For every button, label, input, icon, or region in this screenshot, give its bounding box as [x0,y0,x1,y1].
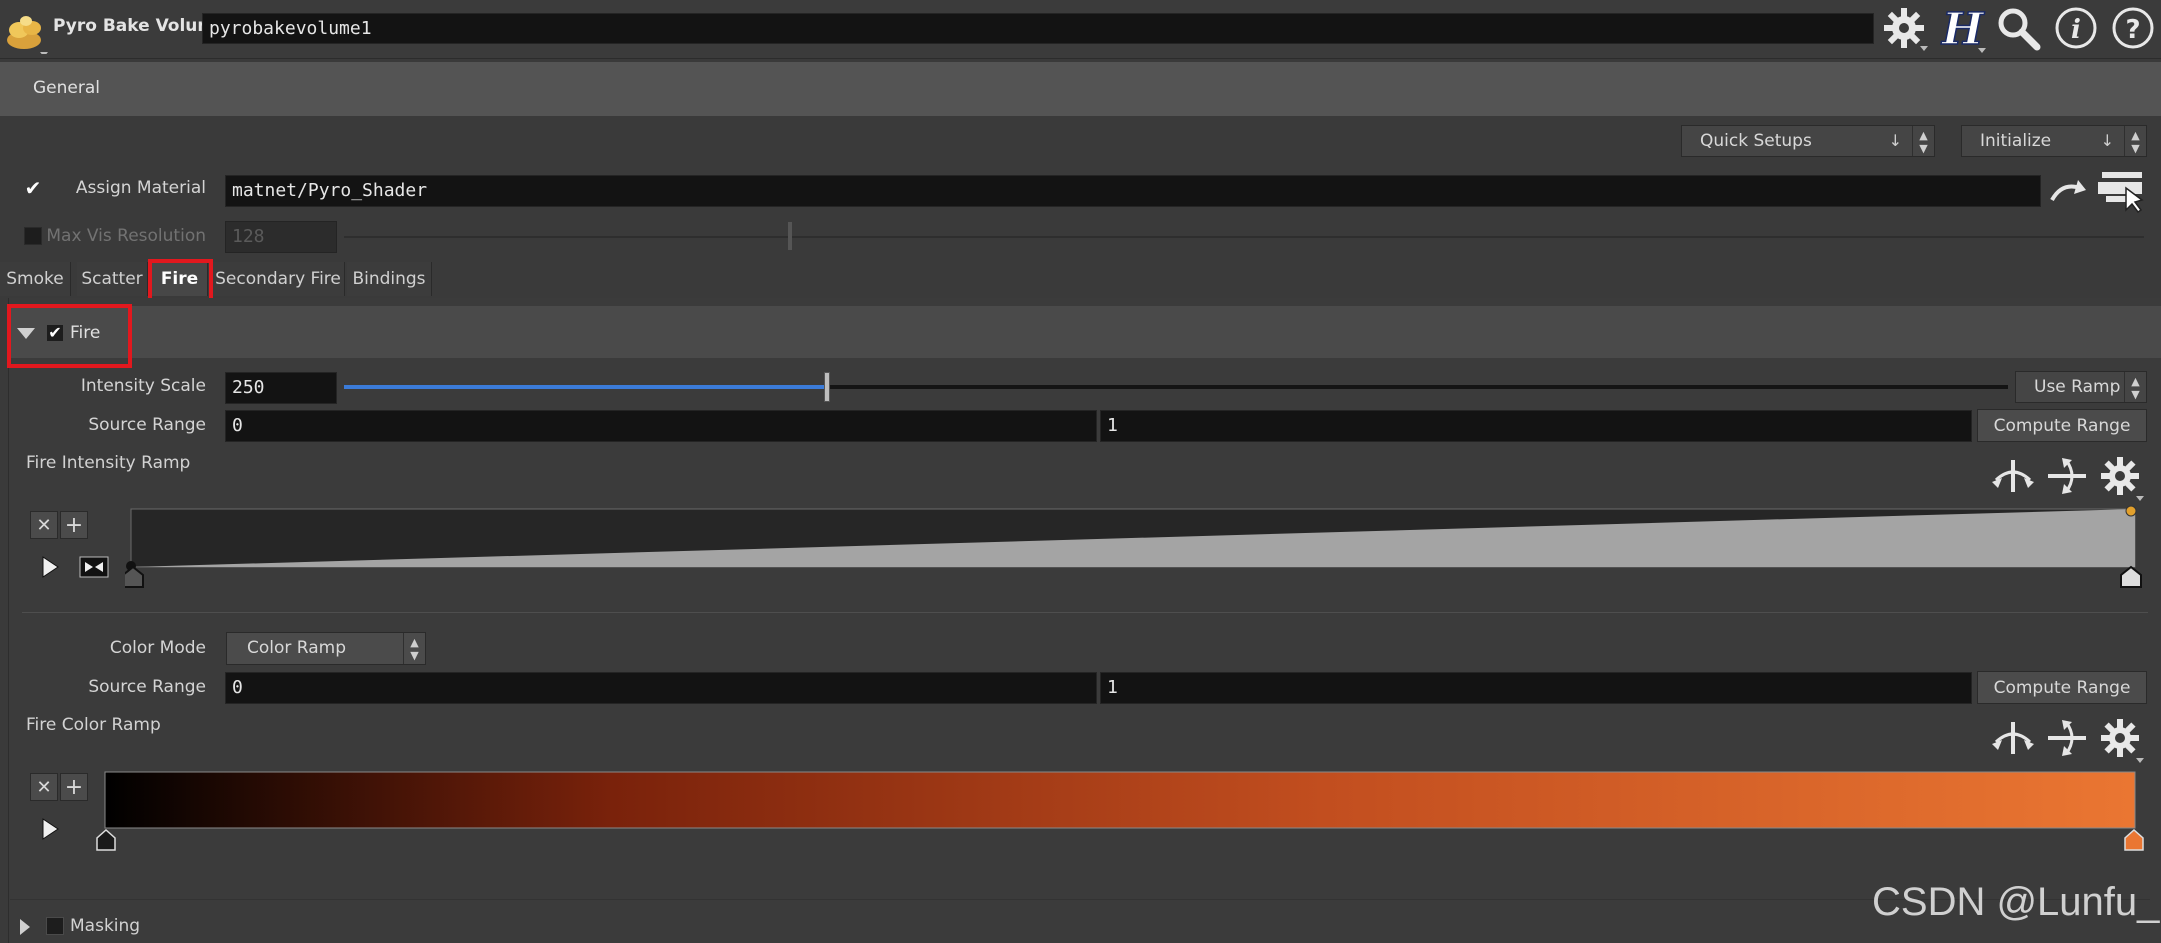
color-ramp-play-icon[interactable] [40,817,60,841]
node-type-label: Pyro Bake Volume [53,16,227,36]
color-ramp-add-key-button[interactable]: + [60,773,88,801]
use-ramp-menu[interactable]: Use Ramp ▲ ▼ [2015,371,2147,403]
search-icon[interactable] [1996,6,2042,52]
section-separator [10,899,2150,900]
color-ramp-gear-icon[interactable] [2098,716,2146,764]
tab-bindings[interactable]: Bindings [347,262,432,296]
color-mode-menu[interactable]: Color Ramp ▲ ▼ [226,632,426,665]
tab-secondary-fire[interactable]: Secondary Fire [212,262,345,296]
section-separator [22,612,2148,613]
quick-setups-menu[interactable]: Quick Setups ↓ ▲ ▼ [1681,125,1935,157]
color-ramp-flip-horizontal-icon[interactable] [1990,718,2036,758]
masking-expand-icon[interactable] [18,917,32,937]
initialize-menu[interactable]: Initialize ↓ ▲ ▼ [1961,125,2147,157]
assign-material-field[interactable]: matnet/Pyro_Shader [225,175,2041,207]
max-vis-field[interactable]: 128 [225,221,337,253]
ramp-end-key-marker[interactable] [2120,565,2142,588]
node-chooser-icon[interactable] [2096,168,2146,214]
ramp-add-key-button[interactable]: + [60,511,88,539]
color-source-range-label: Source Range [88,677,206,697]
intensity-scale-label: Intensity Scale [80,376,206,396]
quick-setups-label: Quick Setups [1700,131,1812,151]
fire-color-ramp-label: Fire Color Ramp [26,715,161,735]
source-range-min-field[interactable]: 0 [225,410,1097,442]
spin-arrows-icon: ▲ ▼ [1912,126,1934,156]
ramp-start-key-marker[interactable] [125,565,144,588]
fire-section-header[interactable] [8,306,2161,358]
fire-color-ramp[interactable] [95,768,2145,852]
ramp-delete-key-button[interactable]: ✕ [30,511,58,539]
assign-material-label: Assign Material [75,178,206,198]
svg-text:H: H [1940,4,1985,54]
fire-highlight-box [7,304,132,368]
source-range-max-field[interactable]: 1 [1100,410,1972,442]
fire-intensity-ramp[interactable] [125,505,2145,589]
ramp-play-icon[interactable] [40,555,60,579]
masking-label: Masking [70,916,141,936]
node-type-icon [4,10,48,57]
down-arrow-icon: ↓ [2100,131,2114,150]
max-vis-slider-handle[interactable] [788,222,792,250]
intensity-slider-handle[interactable] [823,372,830,402]
use-ramp-label: Use Ramp [2034,377,2121,397]
folder-tab-general[interactable]: General [33,78,100,98]
folder-bar [0,62,2161,116]
fire-intensity-ramp-label: Fire Intensity Ramp [26,453,191,473]
ramp-flip-vertical-icon[interactable] [2044,456,2090,496]
color-ramp-end-key-marker[interactable] [2124,828,2144,851]
color-mode-label: Color Mode [109,638,206,658]
watermark: CSDN @Lunfu_ [1872,880,2160,924]
source-range-label: Source Range [88,415,206,435]
jump-to-node-icon[interactable] [2048,174,2088,208]
color-compute-range-button[interactable]: Compute Range [1977,671,2147,704]
spin-arrows-icon: ▲ ▼ [2124,372,2146,402]
assign-material-checkbox[interactable]: ✔ [24,178,42,198]
tab-smoke[interactable]: Smoke [0,262,71,296]
info-icon[interactable]: i [2053,5,2099,51]
intensity-slider-fill [344,385,827,389]
compute-range-button[interactable]: Compute Range [1977,409,2147,442]
ramp-collapse-icon[interactable] [79,556,109,578]
color-ramp-flip-vertical-icon[interactable] [2044,718,2090,758]
svg-text:?: ? [2125,15,2140,45]
node-name-field[interactable]: pyrobakevolume1 [202,13,1874,44]
ramp-flip-horizontal-icon[interactable] [1990,456,2036,496]
ramp-end-point[interactable] [2125,505,2137,517]
masking-checkbox[interactable] [46,917,64,935]
ramp-gear-icon[interactable] [2098,454,2146,502]
spin-arrows-icon: ▲ ▼ [2124,126,2146,156]
color-ramp-start-key-marker[interactable] [96,828,116,851]
max-vis-slider-track[interactable] [344,236,2144,238]
spin-arrows-icon: ▲ ▼ [403,633,425,664]
intensity-scale-field[interactable]: 250 [225,372,337,404]
question-icon[interactable]: ? [2110,5,2156,51]
max-vis-label: Max Vis Resolution [46,226,206,246]
down-arrow-icon: ↓ [1888,131,1902,150]
color-ramp-delete-key-button[interactable]: ✕ [30,773,58,801]
color-source-range-min-field[interactable]: 0 [225,672,1097,704]
gear-icon[interactable] [1882,4,1928,52]
tab-scatter[interactable]: Scatter [77,262,148,296]
color-source-range-max-field[interactable]: 1 [1100,672,1972,704]
color-mode-value: Color Ramp [247,638,346,658]
houdini-help-icon[interactable]: H [1939,3,1986,56]
svg-text:i: i [2071,15,2081,45]
initialize-label: Initialize [1980,131,2052,151]
